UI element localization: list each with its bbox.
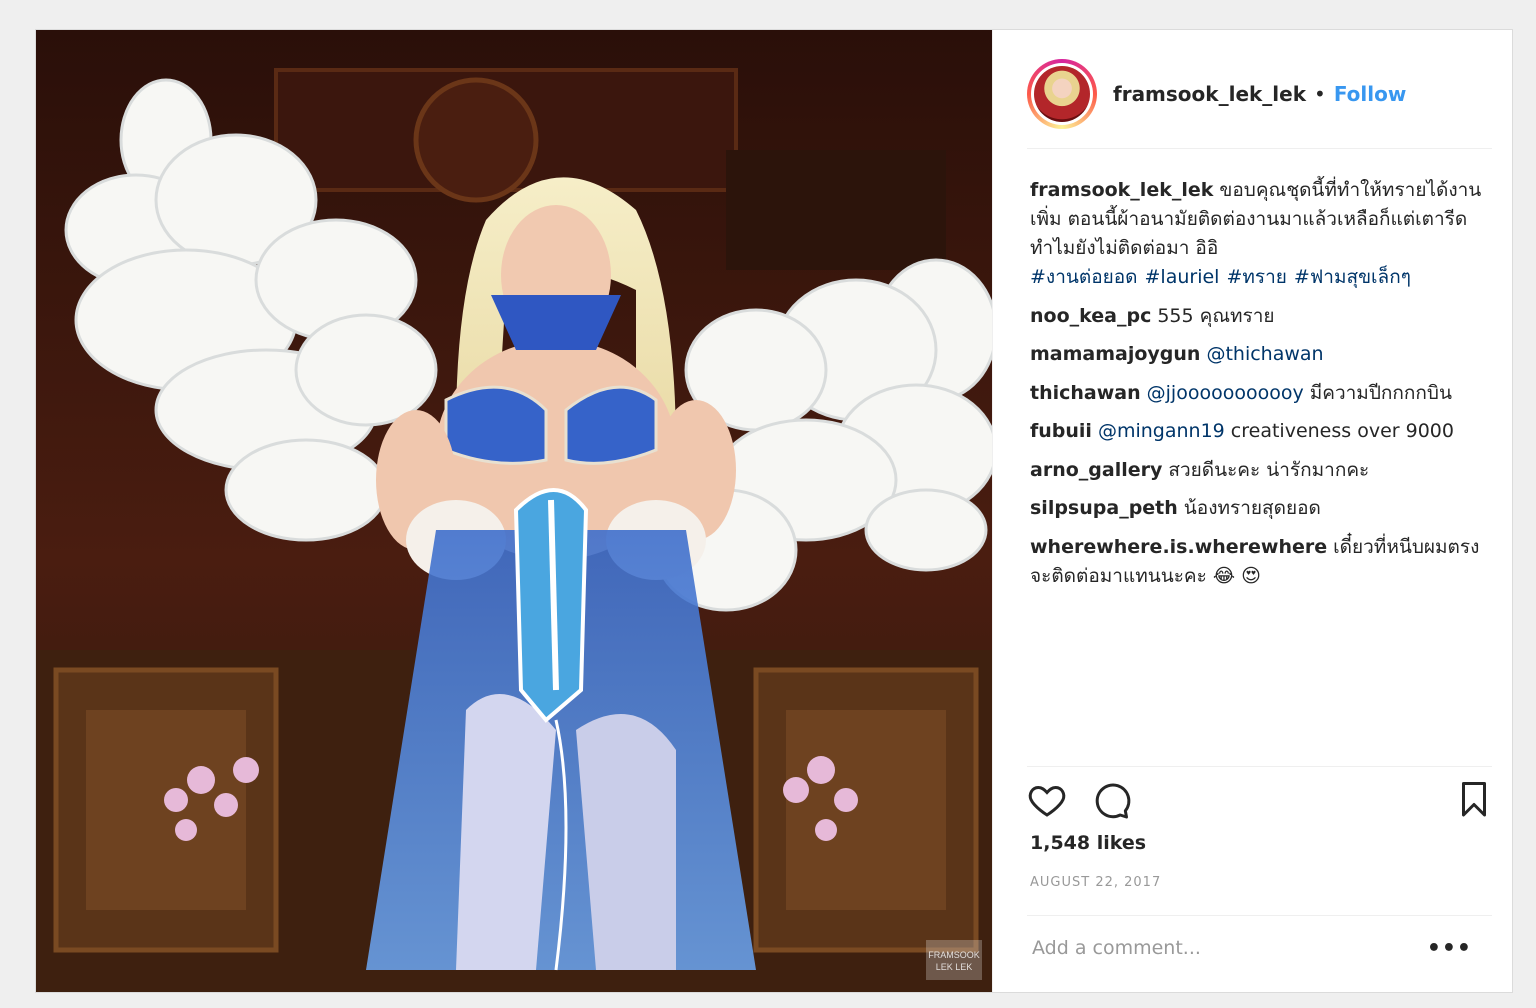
hashtag-link[interactable]: #ฟามสุขเล็กๆ [1294, 266, 1411, 288]
comment-mention[interactable]: @thichawan [1206, 343, 1323, 365]
hashtag-link[interactable]: #ทราย [1226, 266, 1286, 288]
comments-list: framsook_lek_lek ขอบคุณชุดนี้ที่ทำให้ทราย… [1030, 176, 1482, 600]
comment-mention[interactable]: @jjooooooooooy [1147, 382, 1304, 404]
comment-bubble-icon[interactable] [1091, 780, 1131, 820]
avatar[interactable] [1027, 59, 1097, 129]
comment-text: น้องทรายสุดยอด [1183, 497, 1321, 519]
hashtag-link[interactable]: #lauriel [1145, 266, 1220, 288]
post-sidebar: framsook_lek_lek • Follow framsook_lek_l… [992, 30, 1512, 992]
ellipsis-icon[interactable]: ••• [1427, 936, 1472, 961]
post-header: framsook_lek_lek • Follow [1027, 54, 1492, 134]
comment-item: fubuii @mingann19 creativeness over 9000 [1030, 417, 1482, 446]
actions-divider [1027, 766, 1492, 767]
comment-divider [1027, 915, 1492, 916]
comment-text: creativeness over 9000 [1230, 420, 1454, 442]
photo-watermark-2: LEK LEK [936, 962, 973, 972]
caption-hashtags: #งานต่อยอด #lauriel #ทราย #ฟามสุขเล็กๆ [1030, 263, 1482, 292]
like-count[interactable]: 1,548 likes [1030, 832, 1146, 854]
post-photo[interactable]: FRAMSOOK LEK LEK [36, 30, 992, 992]
comment-text: มีความปีกกกกบิน [1309, 381, 1452, 404]
action-bar [1027, 780, 1492, 820]
bookmark-icon[interactable] [1456, 780, 1492, 820]
header-divider [1027, 148, 1492, 149]
comment-item: arno_gallery สวยดีนะคะ น่ารักมากคะ [1030, 456, 1482, 485]
instagram-post: FRAMSOOK LEK LEK framsook_lek_lek • Foll… [35, 29, 1513, 993]
separator-dot: • [1314, 82, 1326, 106]
comment-username[interactable]: wherewhere.is.wherewhere [1030, 536, 1327, 558]
heart-icon[interactable] [1027, 780, 1067, 820]
comment-username[interactable]: noo_kea_pc [1030, 305, 1151, 327]
comment-item: silpsupa_peth น้องทรายสุดยอด [1030, 494, 1482, 523]
caption: framsook_lek_lek ขอบคุณชุดนี้ที่ทำให้ทราย… [1030, 176, 1482, 292]
caption-username[interactable]: framsook_lek_lek [1030, 179, 1213, 201]
comment-text: สวยดีนะคะ น่ารักมากคะ [1168, 458, 1370, 481]
post-date[interactable]: AUGUST 22, 2017 [1030, 875, 1161, 890]
comment-item: mamamajoygun @thichawan [1030, 340, 1482, 369]
comment-username[interactable]: arno_gallery [1030, 459, 1162, 481]
comment-username[interactable]: silpsupa_peth [1030, 497, 1178, 519]
comment-mention[interactable]: @mingann19 [1098, 420, 1225, 442]
comment-username[interactable]: mamamajoygun [1030, 343, 1200, 365]
comment-item: noo_kea_pc 555 คุณทราย [1030, 302, 1482, 331]
comment-item: wherewhere.is.wherewhere เดี๋ยวที่หนีบผมต… [1030, 533, 1482, 591]
comment-username[interactable]: thichawan [1030, 382, 1141, 404]
post-username[interactable]: framsook_lek_lek [1113, 82, 1306, 106]
follow-button[interactable]: Follow [1334, 82, 1407, 106]
photo-watermark: FRAMSOOK [928, 950, 980, 960]
comment-username[interactable]: fubuii [1030, 420, 1092, 442]
comment-item: thichawan @jjooooooooooy มีความปีกกกกบิน [1030, 379, 1482, 408]
cosplay-photo: FRAMSOOK LEK LEK [36, 30, 992, 992]
add-comment-bar: ••• [1030, 930, 1472, 966]
avatar-ring [1031, 63, 1093, 125]
hashtag-link[interactable]: #งานต่อยอด [1030, 266, 1138, 288]
avatar-image [1034, 66, 1090, 122]
comment-text: 555 คุณทราย [1157, 304, 1275, 327]
add-comment-input[interactable] [1030, 936, 1427, 960]
